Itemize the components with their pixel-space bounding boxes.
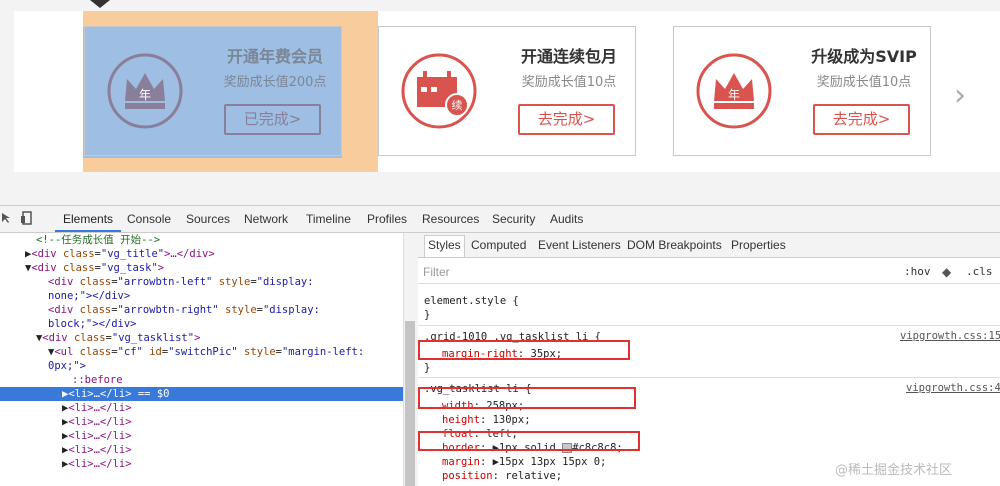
styles-filter-input[interactable]: Filter	[423, 265, 450, 279]
card-title: 开通连续包月	[520, 47, 617, 66]
crown-badge-icon: 年	[107, 53, 183, 129]
tree-node[interactable]: ▶<li>…</li>	[0, 429, 403, 443]
source-link[interactable]: vipgrowth.css:15	[900, 330, 1000, 342]
watermark: @稀土掘金技术社区	[835, 463, 953, 478]
tab-timeline[interactable]: Timeline	[306, 212, 351, 226]
divider	[418, 377, 1000, 378]
active-tab-indicator	[55, 230, 121, 232]
styles-tab-bar: Styles Computed Event Listeners DOM Brea…	[418, 233, 1000, 258]
tree-node-continued: none;"></div>	[48, 290, 131, 302]
card-subtitle: 奖励成长值10点	[816, 75, 912, 90]
task-card-annual[interactable]: 年 开通年费会员 奖励成长值200点 已完成>	[84, 26, 342, 156]
tree-node[interactable]: ▶<div class="vg_title">…</div>	[0, 247, 403, 261]
card-title: 升级成为SVIP	[811, 47, 917, 66]
css-declaration[interactable]: position: relative;	[442, 469, 562, 483]
source-link[interactable]: vipgrowth.css:4	[906, 382, 1000, 394]
tab-event-listeners[interactable]: Event Listeners	[538, 238, 621, 252]
tree-node[interactable]: <div class="arrowbtn-left" style="displa…	[0, 275, 403, 289]
go-complete-button[interactable]: 去完成>	[813, 104, 910, 135]
css-declaration[interactable]: height: 130px;	[442, 413, 531, 427]
card-subtitle: 奖励成长值200点	[223, 75, 327, 90]
tab-styles[interactable]: Styles	[424, 235, 465, 257]
devtools-panel: Elements Console Sources Network Timelin…	[0, 205, 1000, 486]
tab-audits[interactable]: Audits	[550, 212, 583, 226]
divider	[418, 325, 1000, 326]
tree-node[interactable]: ▶<li>…</li>	[0, 443, 403, 457]
svg-text:年: 年	[139, 88, 151, 102]
tab-network[interactable]: Network	[244, 212, 288, 226]
inspector-tooltip-arrow	[90, 0, 110, 8]
crown-badge-icon: 年	[696, 53, 772, 129]
tree-node[interactable]: ▶<li>…</li>	[0, 401, 403, 415]
elements-tree[interactable]: <!--任务成长值 开始--> ▶<div class="vg_title">……	[0, 233, 403, 486]
tab-security[interactable]: Security	[492, 212, 535, 226]
tab-elements[interactable]: Elements	[63, 212, 113, 226]
divider	[418, 283, 1000, 284]
tree-node[interactable]: ▶<li>…</li>	[0, 457, 403, 471]
devtools-toolbar: Elements Console Sources Network Timelin…	[0, 206, 1000, 233]
inspect-cursor-icon[interactable]	[0, 211, 14, 225]
annotation-box-margin-right	[418, 340, 630, 360]
tab-console[interactable]: Console	[127, 212, 171, 226]
tab-profiles[interactable]: Profiles	[367, 212, 407, 226]
rule-close: }	[424, 362, 431, 374]
tree-node[interactable]: ▼<ul class="cf" id="switchPic" style="ma…	[0, 345, 403, 359]
svg-text:续: 续	[452, 98, 463, 112]
hov-toggle[interactable]: :hov	[904, 265, 931, 278]
webpage-area: 年 开通年费会员 奖励成长值200点 已完成> 续 开通连续包月 奖励成长值10…	[0, 0, 1000, 205]
tree-node[interactable]: ▶<li>…</li>	[0, 415, 403, 429]
tab-computed[interactable]: Computed	[471, 238, 526, 252]
tree-node[interactable]: <div class="arrowbtn-right" style="displ…	[0, 303, 403, 317]
device-mode-icon[interactable]	[20, 211, 34, 225]
tree-pseudo-before[interactable]: ::before	[0, 373, 403, 387]
tree-node[interactable]: ▼<div class="vg_tasklist">	[0, 331, 403, 345]
tab-dom-breakpoints[interactable]: DOM Breakpoints	[627, 238, 722, 252]
tree-node-continued: block;"></div>	[48, 318, 137, 330]
card-subtitle: 奖励成长值10点	[521, 75, 617, 90]
tree-comment[interactable]: <!--任务成长值 开始-->	[0, 233, 403, 247]
card-title: 开通年费会员	[226, 47, 323, 66]
task-card-svip[interactable]: 年 升级成为SVIP 奖励成长值10点 去完成>	[673, 26, 931, 156]
calendar-badge-icon: 续	[401, 53, 477, 129]
svg-text:年: 年	[728, 88, 740, 102]
chevron-right-icon[interactable]: ›	[954, 78, 966, 113]
annotation-box-border	[418, 431, 640, 451]
annotation-box-width	[418, 387, 636, 409]
css-declaration[interactable]: margin: ▶15px 13px 15px 0;	[442, 455, 606, 469]
task-card-monthly[interactable]: 续 开通连续包月 奖励成长值10点 去完成>	[378, 26, 636, 156]
go-complete-button[interactable]: 去完成>	[518, 104, 615, 135]
element-style-selector: element.style {	[424, 295, 519, 307]
completed-button[interactable]: 已完成>	[224, 104, 321, 135]
tree-node-selected[interactable]: ▶<li>…</li> == $0	[0, 387, 403, 401]
rule-close: }	[424, 309, 431, 321]
diamond-icon[interactable]: ◆	[942, 265, 951, 279]
tab-resources[interactable]: Resources	[422, 212, 479, 226]
tree-node[interactable]: ▼<div class="vg_task">	[0, 261, 403, 275]
tab-properties[interactable]: Properties	[731, 238, 786, 252]
cls-toggle[interactable]: .cls	[966, 265, 993, 278]
scrollbar-thumb[interactable]	[405, 321, 415, 486]
tree-node-continued: 0px;">	[48, 360, 86, 372]
tab-sources[interactable]: Sources	[186, 212, 230, 226]
